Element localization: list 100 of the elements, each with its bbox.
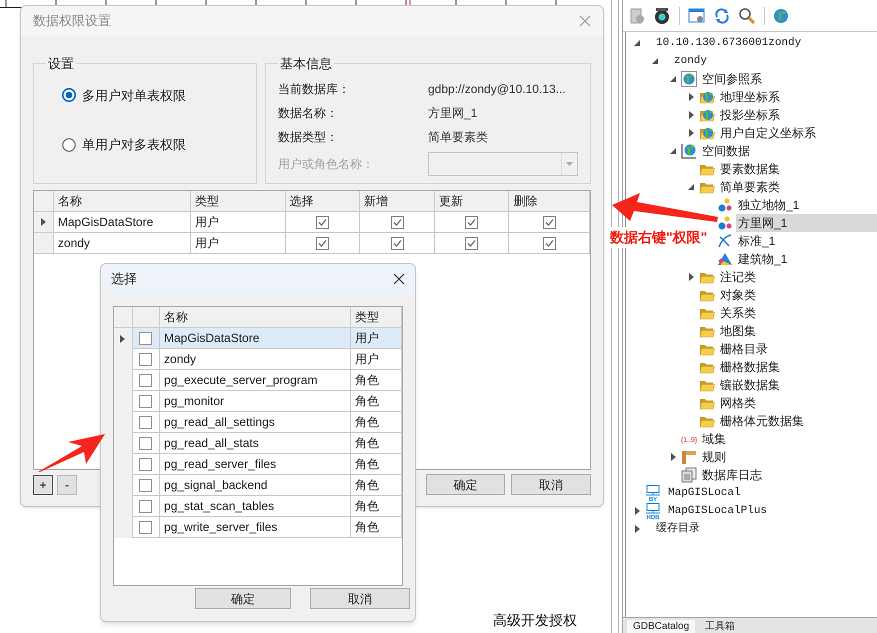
column-header[interactable]: 选择 (286, 191, 360, 211)
globe-folder-icon (699, 125, 715, 141)
row-indicator[interactable] (34, 212, 54, 232)
table-cell: 用户 (191, 233, 286, 253)
checkbox[interactable] (390, 216, 404, 228)
tree-item[interactable]: 空间数据 (700, 142, 752, 160)
log-icon (681, 467, 697, 483)
checkbox[interactable] (139, 458, 152, 470)
panel-tab[interactable]: GDBCatalog (627, 620, 696, 633)
checkbox[interactable] (139, 352, 152, 366)
column-header[interactable]: 名称 (160, 307, 351, 327)
collapsed-triangle-icon[interactable] (670, 453, 676, 461)
tree-item[interactable]: 网格类 (718, 394, 758, 412)
tree-item[interactable]: 建筑物_1 (736, 250, 790, 268)
expanded-triangle-icon[interactable] (670, 76, 676, 82)
collapsed-triangle-icon[interactable] (688, 129, 694, 137)
expanded-triangle-icon[interactable] (670, 148, 676, 154)
tree-item[interactable]: 标准_1 (736, 232, 778, 250)
tree-item[interactable]: 要素数据集 (718, 160, 782, 178)
tree-item[interactable]: 栅格数据集 (718, 358, 782, 376)
tree-item[interactable]: 简单要素类 (718, 178, 782, 196)
tree-item[interactable]: 数据库日志 (700, 466, 764, 484)
tree-item[interactable]: 空间参照系 (700, 70, 764, 88)
tree-item[interactable]: 独立地物_1 (736, 196, 802, 214)
dialog-title: 数据权限设置 (33, 12, 111, 30)
refresh-icon[interactable] (714, 8, 730, 24)
tree-item[interactable]: 地图集 (718, 322, 758, 340)
tree-item[interactable]: 关系类 (718, 304, 758, 322)
expanded-triangle-icon[interactable] (634, 40, 640, 46)
globe-folder-icon (699, 107, 715, 123)
checkbox[interactable] (139, 416, 152, 428)
camera-icon[interactable] (653, 6, 671, 24)
column-header[interactable]: 类型 (350, 307, 402, 327)
tree-item[interactable]: MapGISLocalPlus (666, 502, 770, 520)
tree-item[interactable]: 地理坐标系 (718, 88, 782, 106)
checkbox[interactable] (390, 236, 404, 250)
dialog-button[interactable]: 取消 (310, 588, 410, 609)
tree-item[interactable]: 用户自定义坐标系 (718, 124, 818, 142)
tree-item[interactable]: 规则 (700, 448, 728, 466)
tree-item[interactable]: 10.10.130.6736001zondy (654, 34, 804, 52)
tree-item[interactable]: zondy (672, 52, 710, 70)
row-indicator[interactable] (114, 328, 133, 349)
radio-button[interactable] (62, 138, 76, 152)
dialog-button[interactable]: 取消 (511, 474, 591, 495)
tree-item[interactable]: 投影坐标系 (718, 106, 782, 124)
checkbox[interactable] (139, 500, 152, 512)
tree-item[interactable]: 域集 (700, 430, 728, 448)
point-symbols-icon (717, 197, 733, 213)
column-header[interactable]: 更新 (434, 191, 510, 211)
checkbox[interactable] (139, 332, 152, 344)
tree-item[interactable]: 缓存目录 (654, 520, 702, 538)
checkbox[interactable] (542, 236, 556, 250)
panel-tab[interactable]: 工具箱 (699, 620, 742, 633)
column-header[interactable]: 名称 (54, 191, 192, 211)
add-button[interactable]: + (33, 474, 53, 494)
dialog-title: 选择 (111, 270, 137, 288)
checkbox[interactable] (139, 520, 152, 534)
table-cell: pg_monitor (160, 391, 351, 412)
expanded-triangle-icon[interactable] (688, 184, 694, 190)
expanded-triangle-icon[interactable] (652, 58, 658, 64)
tree-item[interactable]: MapGISLocal (666, 484, 743, 502)
globe-icon[interactable] (773, 8, 789, 24)
column-header[interactable]: 删除 (509, 191, 590, 211)
close-icon[interactable] (393, 273, 405, 285)
checkbox[interactable] (139, 478, 152, 492)
dialog-button[interactable]: 确定 (195, 588, 291, 609)
checkbox[interactable] (316, 216, 329, 228)
tree-item[interactable]: 方里网_1 (736, 214, 877, 232)
table-cell: 角色 (350, 517, 402, 538)
tree-item[interactable]: 注记类 (718, 268, 758, 286)
checkbox[interactable] (542, 216, 556, 228)
table-cell: 角色 (350, 475, 402, 496)
collapsed-triangle-icon[interactable] (688, 93, 694, 101)
info-value: 简单要素类 (428, 128, 488, 146)
globe-axes-icon (681, 143, 697, 159)
tree-item[interactable]: 对象类 (718, 286, 758, 304)
column-header[interactable]: 类型 (191, 191, 286, 211)
collapsed-triangle-icon[interactable] (688, 111, 694, 119)
search-icon[interactable] (738, 6, 756, 24)
checkbox[interactable] (465, 216, 478, 228)
globe-folder-icon (699, 89, 715, 105)
remove-button[interactable]: - (57, 474, 77, 494)
radio-label: 单用户对多表权限 (82, 136, 186, 154)
collapsed-triangle-icon[interactable] (634, 507, 640, 515)
checkbox[interactable] (139, 374, 152, 386)
checkbox[interactable] (465, 236, 478, 250)
checkbox[interactable] (139, 394, 152, 408)
tree-item[interactable]: 栅格目录 (718, 340, 770, 358)
dialog-button[interactable]: 确定 (426, 474, 505, 495)
tree-item[interactable]: 栅格体元数据集 (718, 412, 806, 430)
window-settings-icon[interactable] (688, 8, 706, 24)
checkbox[interactable] (139, 436, 152, 450)
tree-item[interactable]: 镶嵌数据集 (718, 376, 782, 394)
checkbox[interactable] (316, 236, 329, 250)
collapsed-triangle-icon[interactable] (688, 273, 694, 281)
radio-button[interactable] (62, 88, 76, 102)
column-header[interactable]: 新增 (360, 191, 435, 211)
collapsed-triangle-icon[interactable] (634, 525, 640, 533)
table-cell: pg_execute_server_program (160, 370, 351, 391)
database-icon[interactable] (629, 8, 645, 24)
